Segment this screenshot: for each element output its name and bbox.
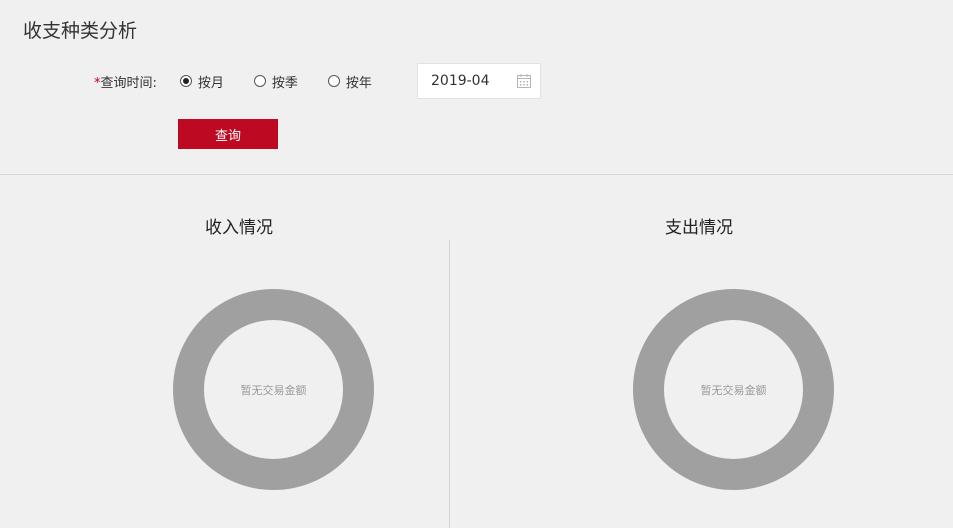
calendar-icon[interactable]	[516, 73, 532, 89]
page-title: 收支种类分析	[23, 20, 138, 42]
radio-circle-checked-icon[interactable]	[179, 75, 192, 87]
radio-by-quarter[interactable]: 按季	[253, 72, 298, 91]
date-picker-input[interactable]: 2019-04	[417, 63, 541, 99]
radio-by-year[interactable]: 按年	[327, 72, 372, 91]
query-time-label-text: 查询时间:	[100, 75, 157, 91]
radio-by-year-label: 按年	[345, 75, 372, 91]
query-button[interactable]: 查询	[178, 119, 278, 149]
radio-circle-icon[interactable]	[253, 75, 266, 87]
income-empty-text: 暂无交易金额	[240, 383, 307, 397]
expense-donut-center: 暂无交易金额	[664, 320, 803, 459]
radio-by-month-label: 按月	[197, 75, 224, 91]
radio-circle-icon[interactable]	[327, 75, 340, 87]
section-divider	[0, 174, 953, 175]
expense-empty-text: 暂无交易金额	[700, 383, 767, 397]
income-donut-chart: 暂无交易金额	[173, 289, 374, 490]
income-section-title: 收入情况	[205, 218, 273, 238]
query-time-label: *查询时间:	[94, 72, 157, 91]
expense-section-title: 支出情况	[665, 218, 733, 238]
radio-by-month[interactable]: 按月	[179, 72, 224, 91]
column-divider	[449, 240, 450, 528]
expense-donut-chart: 暂无交易金额	[633, 289, 834, 490]
query-row: *查询时间: 按月 按季 按年	[94, 63, 402, 99]
radio-by-quarter-label: 按季	[271, 75, 298, 91]
date-value: 2019-04	[431, 73, 490, 89]
income-donut-center: 暂无交易金额	[204, 320, 343, 459]
